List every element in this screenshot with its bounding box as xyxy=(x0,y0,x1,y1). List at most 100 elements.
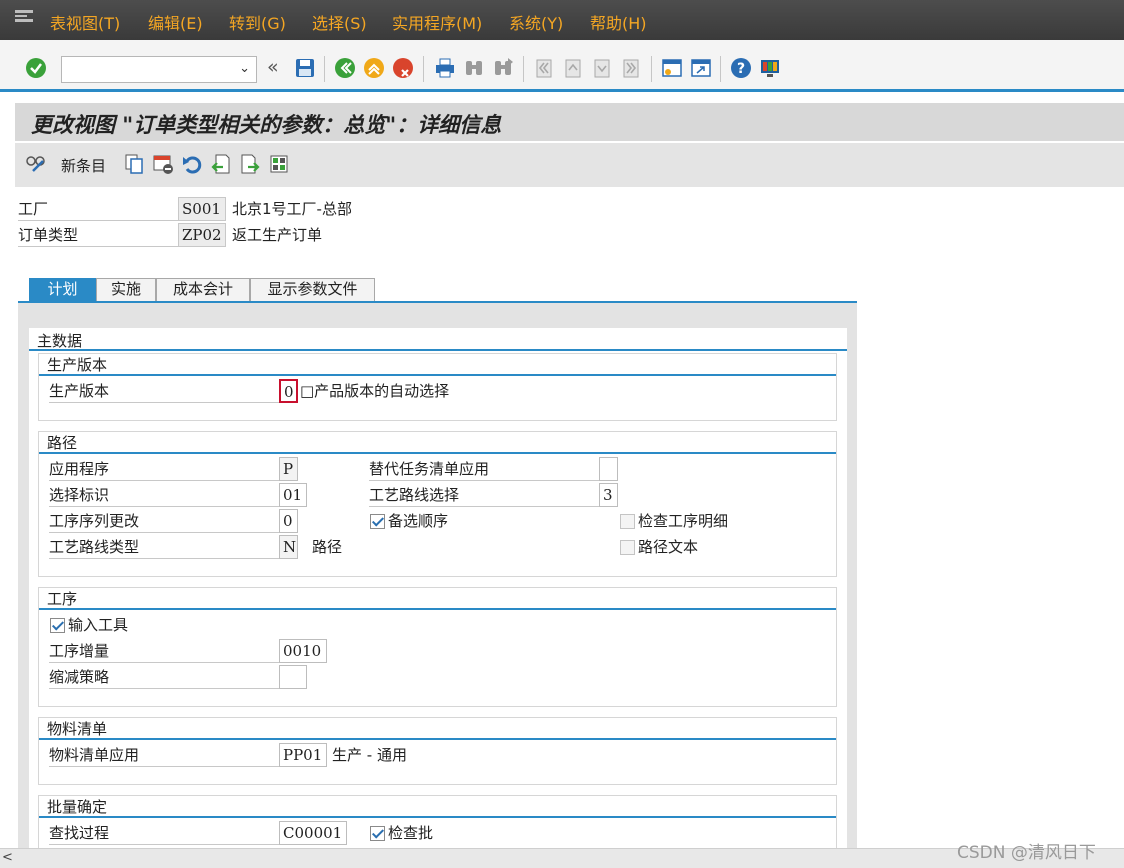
order-type-description: 返工生产订单 xyxy=(232,226,323,244)
routing-type-description: 路径 xyxy=(312,538,343,556)
next-entry-icon[interactable] xyxy=(239,153,261,175)
alt-task-list-input[interactable] xyxy=(599,457,618,481)
production-version-label: 生产版本 xyxy=(49,379,279,403)
bom-application-description: 生产 - 通用 xyxy=(332,746,407,764)
copy-icon[interactable] xyxy=(123,153,145,175)
create-session-icon[interactable] xyxy=(661,57,683,79)
first-page-icon[interactable] xyxy=(533,57,555,79)
routing-type-value: N xyxy=(279,535,298,559)
routing-group: 路径 应用程序 P 替代任务清单应用 选择标识 01 工艺路线选择 3 工序序列… xyxy=(38,431,837,577)
alt-task-list-label: 替代任务清单应用 xyxy=(369,457,599,481)
shortcut-icon[interactable] xyxy=(690,57,712,79)
order-type-label: 订单类型 xyxy=(18,223,178,247)
routing-selection-input[interactable]: 3 xyxy=(599,483,618,507)
bom-application-label: 物料清单应用 xyxy=(49,743,279,767)
tab-planning[interactable]: 计划 xyxy=(29,278,96,301)
application-value: P xyxy=(279,457,298,481)
reduction-strategy-label: 缩减策略 xyxy=(49,665,279,689)
check-batch-checkbox[interactable] xyxy=(370,826,385,841)
master-data-title: 主数据 xyxy=(37,332,83,350)
selection-id-label: 选择标识 xyxy=(49,483,279,507)
routing-type-label: 工艺路线类型 xyxy=(49,535,279,559)
routing-text-checkbox[interactable] xyxy=(620,540,635,555)
previous-entry-icon[interactable] xyxy=(210,153,232,175)
previous-page-icon[interactable] xyxy=(562,57,584,79)
op-seq-change-input[interactable]: 0 xyxy=(279,509,298,533)
last-page-icon[interactable] xyxy=(620,57,642,79)
application-toolbar: 新条目 xyxy=(15,143,1124,187)
enter-tools-label: 输入工具 xyxy=(68,616,129,634)
menu-selection[interactable]: 选择(S) xyxy=(312,10,367,34)
search-procedure-input[interactable]: C00001 xyxy=(279,821,347,845)
new-entries-button[interactable]: 新条目 xyxy=(61,155,106,176)
find-icon[interactable] xyxy=(463,57,485,79)
application-label: 应用程序 xyxy=(49,457,279,481)
bom-title: 物料清单 xyxy=(47,720,108,738)
system-menu-icon[interactable] xyxy=(14,9,34,25)
save-icon[interactable] xyxy=(294,57,316,79)
cancel-icon[interactable] xyxy=(392,57,414,79)
standard-toolbar: ⌄ « ? xyxy=(0,40,1124,92)
enter-tools-checkbox[interactable] xyxy=(50,618,65,633)
menu-goto[interactable]: 转到(G) xyxy=(229,10,286,34)
menu-edit[interactable]: 编辑(E) xyxy=(148,10,203,34)
bom-application-input[interactable]: PP01 xyxy=(279,743,327,767)
production-version-input[interactable]: 0 xyxy=(279,379,298,403)
check-op-details-label: 检查工序明细 xyxy=(638,512,729,530)
operation-group: 工序 输入工具 工序增量 0010 缩减策略 xyxy=(38,587,837,707)
exit-icon[interactable] xyxy=(363,57,385,79)
menu-bar: 表视图(T) 编辑(E) 转到(G) 选择(S) 实用程序(M) 系统(Y) 帮… xyxy=(0,0,1124,40)
menu-system[interactable]: 系统(Y) xyxy=(509,10,563,34)
print-icon[interactable] xyxy=(434,57,456,79)
tab-strip: 计划 实施 成本会计 显示参数文件 xyxy=(18,278,857,303)
check-batch-label: 检查批 xyxy=(388,824,434,842)
tab-display-profile[interactable]: 显示参数文件 xyxy=(250,278,375,301)
operation-title: 工序 xyxy=(47,590,78,608)
help-icon[interactable]: ? xyxy=(730,57,752,79)
search-procedure-label: 查找过程 xyxy=(49,821,279,845)
alt-sequence-checkbox[interactable] xyxy=(370,514,385,529)
selection-id-input[interactable]: 01 xyxy=(279,483,307,507)
next-page-icon[interactable] xyxy=(591,57,613,79)
menu-utilities[interactable]: 实用程序(M) xyxy=(392,10,482,34)
find-next-icon[interactable] xyxy=(492,57,514,79)
master-data-panel: 主数据 生产版本 生产版本 0 □产品版本的自动选择 路径 应用程序 P 替代任… xyxy=(29,328,847,848)
collapse-command-icon[interactable]: « xyxy=(267,56,279,78)
routing-text-label: 路径文本 xyxy=(638,538,699,556)
watermark: CSDN @清风日下 xyxy=(957,843,1096,863)
select-all-icon[interactable] xyxy=(268,153,290,175)
plant-description: 北京1号工厂-总部 xyxy=(232,200,352,218)
menu-help[interactable]: 帮助(H) xyxy=(590,10,647,34)
back-icon[interactable] xyxy=(334,57,356,79)
delete-icon[interactable] xyxy=(152,153,174,175)
customize-layout-icon[interactable] xyxy=(759,57,781,79)
svg-text:?: ? xyxy=(737,61,745,77)
batch-determination-group: 批量确定 查找过程 C00001 检查批 xyxy=(38,795,837,848)
op-increment-label: 工序增量 xyxy=(49,639,279,663)
check-op-details-checkbox[interactable] xyxy=(620,514,635,529)
undo-icon[interactable] xyxy=(181,153,203,175)
horizontal-scrollbar[interactable]: < xyxy=(0,848,1124,868)
op-seq-change-label: 工序序列更改 xyxy=(49,509,279,533)
command-field[interactable]: ⌄ xyxy=(61,56,257,83)
production-version-title: 生产版本 xyxy=(47,356,108,374)
order-type-value: ZP02 xyxy=(178,223,226,247)
tab-implementation[interactable]: 实施 xyxy=(96,278,156,301)
routing-title: 路径 xyxy=(47,434,78,452)
routing-selection-label: 工艺路线选择 xyxy=(369,483,599,507)
chevron-down-icon[interactable]: ⌄ xyxy=(239,61,250,76)
tab-cost-accounting[interactable]: 成本会计 xyxy=(156,278,250,301)
screen-title-bar: 更改视图 "订单类型相关的参数：总览"：详细信息 xyxy=(15,103,1124,141)
production-version-description: □产品版本的自动选择 xyxy=(300,382,450,400)
enter-icon[interactable] xyxy=(25,57,47,79)
reduction-strategy-input[interactable] xyxy=(279,665,307,689)
scroll-left-icon[interactable]: < xyxy=(2,850,13,865)
bom-group: 物料清单 物料清单应用 PP01 生产 - 通用 xyxy=(38,717,837,785)
display-change-icon[interactable] xyxy=(25,153,47,175)
plant-label: 工厂 xyxy=(18,197,178,221)
op-increment-input[interactable]: 0010 xyxy=(279,639,327,663)
batch-determination-title: 批量确定 xyxy=(47,798,108,816)
menu-table-view[interactable]: 表视图(T) xyxy=(50,10,120,34)
command-input[interactable] xyxy=(62,57,232,82)
production-version-group: 生产版本 生产版本 0 □产品版本的自动选择 xyxy=(38,353,837,421)
